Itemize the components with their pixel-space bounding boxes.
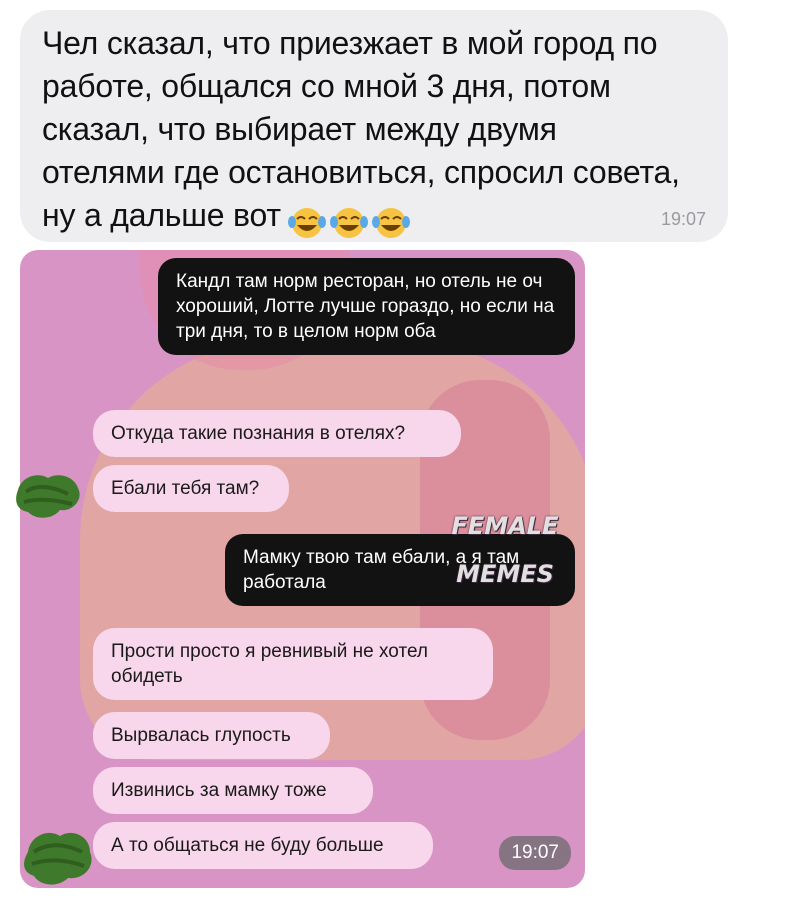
inner-chat-screenshot[interactable]: Кандл там норм ресторан, но отель не оч … — [20, 250, 585, 888]
inner-message-bubble: Ебали тебя там? — [93, 465, 289, 512]
joy-emoji-icon — [371, 207, 410, 238]
censor-scribble — [24, 832, 92, 885]
inner-message-bubble: Прости просто я ревнивый не хотел обидет… — [93, 628, 493, 700]
inner-message-time: 19:07 — [499, 836, 571, 870]
inner-message-bubble: Вырвалась глупость — [93, 712, 330, 759]
outer-message-time: 19:07 — [660, 209, 706, 229]
inner-message-bubble: Кандл там норм ресторан, но отель не оч … — [158, 258, 575, 355]
screenshot: Чел сказал, что приезжает в мой город по… — [0, 0, 809, 900]
emoji-group — [287, 205, 411, 239]
joy-emoji-icon — [329, 207, 368, 238]
inner-message-bubble: Извинись за мамку тоже — [93, 767, 373, 814]
joy-emoji-icon — [287, 207, 326, 238]
inner-message-bubble: Откуда такие познания в отелях? — [93, 410, 461, 457]
censor-scribble — [16, 475, 80, 518]
inner-message-bubble: А то общаться не буду больше — [93, 822, 433, 869]
outer-message-text: Чел сказал, что приезжает в мой город по… — [42, 25, 689, 233]
inner-message-bubble: Мамку твою там ебали, а я там работала — [225, 534, 575, 606]
outer-message-bubble: Чел сказал, что приезжает в мой город по… — [20, 10, 728, 242]
